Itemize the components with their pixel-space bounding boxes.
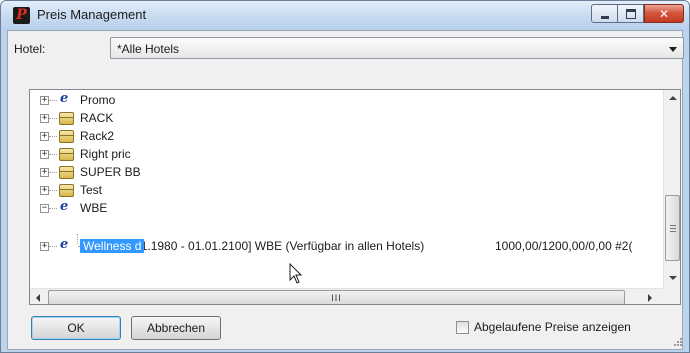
tree-connector-line bbox=[49, 246, 57, 247]
tree-item-label: RACK bbox=[80, 111, 114, 125]
tree-item-label: Promo bbox=[80, 93, 116, 107]
tree-item-rack[interactable]: + RACK bbox=[30, 110, 430, 128]
tree-item-label: Right pric bbox=[80, 147, 131, 161]
tree-item-label: WBE bbox=[80, 201, 108, 215]
tree-item-wellness-d[interactable]: + e Wellness d bbox=[30, 237, 430, 256]
expand-icon[interactable]: + bbox=[40, 132, 49, 141]
tree-item-super-bb[interactable]: + SUPER BB bbox=[30, 164, 430, 182]
tree-connector-line bbox=[49, 118, 57, 119]
scroll-corner bbox=[663, 288, 680, 304]
package-icon bbox=[59, 112, 74, 125]
expand-icon[interactable]: + bbox=[40, 168, 49, 177]
child-price-values: 1000,00/1200,00/0,00 #2( bbox=[495, 239, 633, 253]
grip-line bbox=[670, 225, 676, 226]
tree-item-rack2[interactable]: + Rack2 bbox=[30, 128, 430, 146]
scroll-down-arrow-icon[interactable] bbox=[669, 276, 677, 280]
horizontal-scroll-thumb[interactable]: III bbox=[48, 290, 625, 304]
minimize-icon bbox=[600, 15, 609, 19]
hotel-select[interactable]: *Alle Hotels bbox=[110, 37, 684, 59]
chevron-down-icon[interactable] bbox=[669, 47, 677, 52]
tree-connector-line bbox=[49, 136, 57, 137]
hotel-label: Hotel: bbox=[14, 42, 46, 56]
resize-grip-icon[interactable] bbox=[673, 337, 683, 347]
expand-icon[interactable]: + bbox=[40, 242, 49, 251]
package-icon bbox=[59, 148, 74, 161]
tree-content: [01.01.1980 - 01.01.2100] WBE (Verfügbar… bbox=[30, 90, 661, 288]
tree-item-label: Rack2 bbox=[80, 129, 115, 143]
scroll-left-arrow-icon[interactable] bbox=[36, 294, 40, 302]
package-icon bbox=[59, 130, 74, 143]
tree-item-test[interactable]: + Test bbox=[30, 182, 430, 200]
expired-prices-label: Abgelaufene Preise anzeigen bbox=[474, 320, 631, 334]
scroll-up-arrow-icon[interactable] bbox=[669, 96, 677, 100]
preis-management-window: P Preis Management ✕ Hotel: *Alle Hotels… bbox=[0, 0, 690, 353]
tree-connector-line bbox=[49, 100, 57, 101]
ie-e-icon: e bbox=[60, 199, 69, 214]
grip-line bbox=[670, 228, 676, 229]
maximize-button[interactable] bbox=[618, 4, 644, 23]
tree-connector-line bbox=[49, 154, 57, 155]
maximize-icon bbox=[625, 8, 636, 19]
tree-item-promo[interactable]: + e Promo bbox=[30, 91, 430, 110]
tree-item-wbe[interactable]: − e WBE bbox=[30, 199, 430, 218]
tree-connector-line bbox=[49, 172, 57, 173]
ie-e-icon: e bbox=[60, 91, 69, 106]
title-bar[interactable]: P Preis Management ✕ bbox=[1, 1, 689, 30]
app-logo-icon: P bbox=[13, 7, 30, 24]
mouse-cursor-icon bbox=[289, 263, 303, 284]
vertical-scrollbar[interactable] bbox=[663, 90, 680, 288]
grip-marks: III bbox=[331, 293, 342, 303]
expand-icon[interactable]: + bbox=[40, 96, 49, 105]
expand-icon[interactable]: + bbox=[40, 186, 49, 195]
tree-item-right-pric[interactable]: + Right pric bbox=[30, 146, 430, 164]
package-icon bbox=[59, 166, 74, 179]
tree-connector-line bbox=[49, 190, 57, 191]
package-icon bbox=[59, 184, 74, 197]
hotel-select-value: *Alle Hotels bbox=[117, 42, 180, 56]
tree-item-label: Test bbox=[80, 183, 103, 197]
minimize-button[interactable] bbox=[591, 4, 618, 23]
scroll-right-arrow-icon[interactable] bbox=[648, 294, 652, 302]
tree-item-label: Wellness d bbox=[80, 239, 145, 253]
close-icon: ✕ bbox=[658, 6, 670, 21]
close-button[interactable]: ✕ bbox=[644, 4, 684, 23]
ok-button[interactable]: OK bbox=[31, 316, 121, 340]
tree-connector-line bbox=[49, 208, 57, 209]
cancel-button[interactable]: Abbrechen bbox=[131, 316, 221, 340]
grip-line bbox=[670, 231, 676, 232]
window-title: Preis Management bbox=[37, 7, 147, 22]
collapse-icon[interactable]: − bbox=[40, 204, 49, 213]
ie-e-icon: e bbox=[60, 237, 69, 252]
expand-icon[interactable]: + bbox=[40, 150, 49, 159]
vertical-scroll-thumb[interactable] bbox=[665, 195, 680, 261]
horizontal-scrollbar[interactable]: III bbox=[30, 288, 663, 304]
price-tree-view[interactable]: [01.01.1980 - 01.01.2100] WBE (Verfügbar… bbox=[29, 89, 681, 305]
expired-prices-checkbox[interactable] bbox=[456, 321, 469, 334]
expand-icon[interactable]: + bbox=[40, 114, 49, 123]
tree-item-label: SUPER BB bbox=[80, 165, 141, 179]
